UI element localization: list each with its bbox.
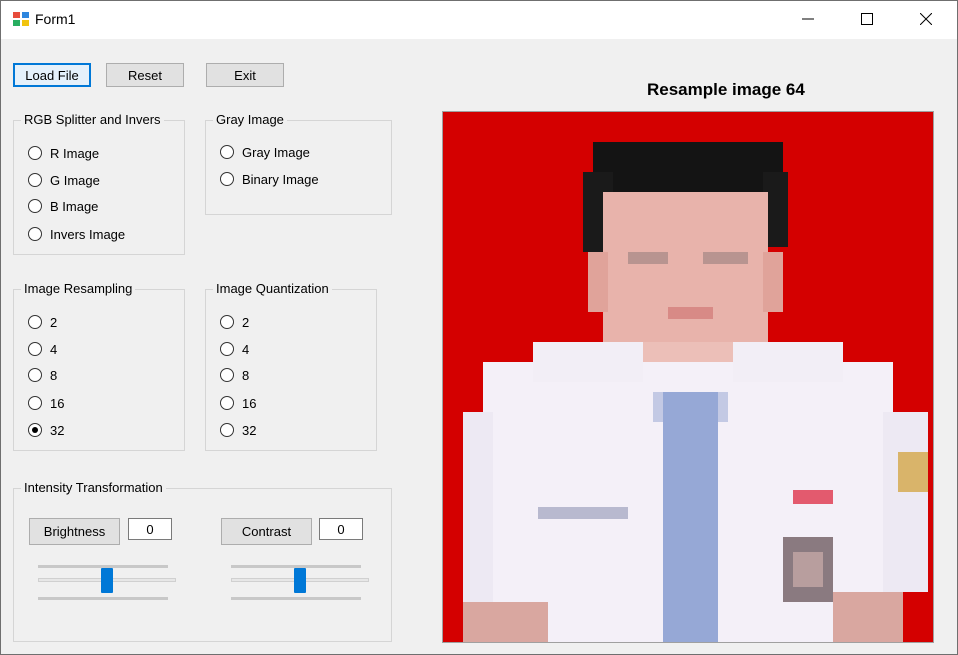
radio-label: Gray Image	[242, 144, 310, 160]
minimize-button[interactable]	[779, 1, 837, 39]
radio-resample-32[interactable]: 32	[28, 421, 64, 439]
window-title: Form1	[35, 11, 76, 27]
radio-label: 32	[50, 422, 65, 438]
brightness-slider[interactable]	[38, 562, 176, 606]
radio-label: R Image	[50, 145, 100, 161]
contrast-button[interactable]: Contrast	[221, 518, 312, 545]
brightness-value-box[interactable]: 0	[128, 518, 172, 540]
radio-label: 2	[50, 314, 58, 330]
radio-circle[interactable]	[28, 396, 42, 410]
radio-quantize-4[interactable]: 4	[220, 340, 249, 358]
slider-thumb[interactable]	[294, 568, 306, 593]
radio-quantize-16[interactable]: 16	[220, 394, 256, 412]
radio-label: G Image	[50, 172, 100, 188]
rgb-splitter-title: RGB Splitter and Invers	[21, 112, 164, 127]
image-resampling-group: Image Resampling 2 4 8 16 32	[13, 281, 185, 451]
radio-circle[interactable]	[28, 227, 42, 241]
radio-binary-image[interactable]: Binary Image	[220, 170, 319, 188]
image-quantization-title: Image Quantization	[213, 281, 332, 296]
gray-image-group: Gray Image Gray Image Binary Image	[205, 112, 392, 215]
slider-tick-bottom	[38, 597, 168, 600]
radio-resample-8[interactable]: 8	[28, 366, 57, 384]
main-window: Form1 Load File Reset Exit RGB Splitter …	[0, 0, 958, 655]
radio-label: 8	[50, 367, 58, 383]
radio-circle[interactable]	[28, 342, 42, 356]
pixelated-portrait-image	[443, 112, 933, 642]
radio-circle[interactable]	[28, 199, 42, 213]
radio-circle[interactable]	[220, 396, 234, 410]
minimize-icon	[802, 13, 814, 28]
radio-label: 8	[242, 367, 250, 383]
radio-circle[interactable]	[220, 368, 234, 382]
intensity-transformation-title: Intensity Transformation	[21, 480, 166, 495]
gray-image-title: Gray Image	[213, 112, 287, 127]
radio-resample-2[interactable]: 2	[28, 313, 57, 331]
radio-r-image[interactable]: R Image	[28, 144, 99, 162]
radio-label: 4	[242, 341, 250, 357]
rgb-splitter-group: RGB Splitter and Invers R Image G Image …	[13, 112, 185, 255]
radio-circle-checked[interactable]	[28, 423, 42, 437]
exit-button[interactable]: Exit	[206, 63, 284, 87]
radio-quantize-32[interactable]: 32	[220, 421, 256, 439]
slider-tick-bottom	[231, 597, 361, 600]
radio-circle[interactable]	[220, 172, 234, 186]
radio-resample-4[interactable]: 4	[28, 340, 57, 358]
slider-thumb[interactable]	[101, 568, 113, 593]
image-resampling-title: Image Resampling	[21, 281, 136, 296]
radio-label: 16	[242, 395, 257, 411]
radio-circle[interactable]	[220, 423, 234, 437]
maximize-icon	[861, 12, 873, 28]
radio-circle[interactable]	[220, 315, 234, 329]
maximize-button[interactable]	[838, 1, 896, 39]
radio-label: 32	[242, 422, 257, 438]
image-quantization-group: Image Quantization 2 4 8 16 32	[205, 281, 377, 451]
radio-label: Binary Image	[242, 171, 319, 187]
radio-circle[interactable]	[28, 173, 42, 187]
radio-circle[interactable]	[220, 145, 234, 159]
radio-gray-image[interactable]: Gray Image	[220, 143, 310, 161]
close-button[interactable]	[897, 1, 955, 39]
radio-label: B Image	[50, 198, 99, 214]
close-icon	[919, 12, 933, 28]
contrast-value-box[interactable]: 0	[319, 518, 363, 540]
radio-label: 2	[242, 314, 250, 330]
radio-quantize-2[interactable]: 2	[220, 313, 249, 331]
radio-invers-image[interactable]: Invers Image	[28, 225, 125, 243]
resampled-image-preview	[442, 111, 934, 643]
radio-circle[interactable]	[28, 315, 42, 329]
radio-circle[interactable]	[220, 342, 234, 356]
title-bar: Form1	[1, 1, 957, 39]
preview-heading: Resample image 64	[647, 80, 805, 99]
brightness-button[interactable]: Brightness	[29, 518, 120, 545]
app-icon	[12, 11, 30, 27]
radio-label: 4	[50, 341, 58, 357]
radio-resample-16[interactable]: 16	[28, 394, 64, 412]
load-file-button[interactable]: Load File	[13, 63, 91, 87]
intensity-transformation-group: Intensity Transformation Brightness 0 Co…	[13, 480, 392, 642]
radio-g-image[interactable]: G Image	[28, 171, 100, 189]
radio-circle[interactable]	[28, 146, 42, 160]
reset-button[interactable]: Reset	[106, 63, 184, 87]
radio-circle[interactable]	[28, 368, 42, 382]
radio-quantize-8[interactable]: 8	[220, 366, 249, 384]
radio-label: Invers Image	[50, 226, 126, 242]
contrast-slider[interactable]	[231, 562, 369, 606]
radio-b-image[interactable]: B Image	[28, 197, 98, 215]
radio-label: 16	[50, 395, 65, 411]
